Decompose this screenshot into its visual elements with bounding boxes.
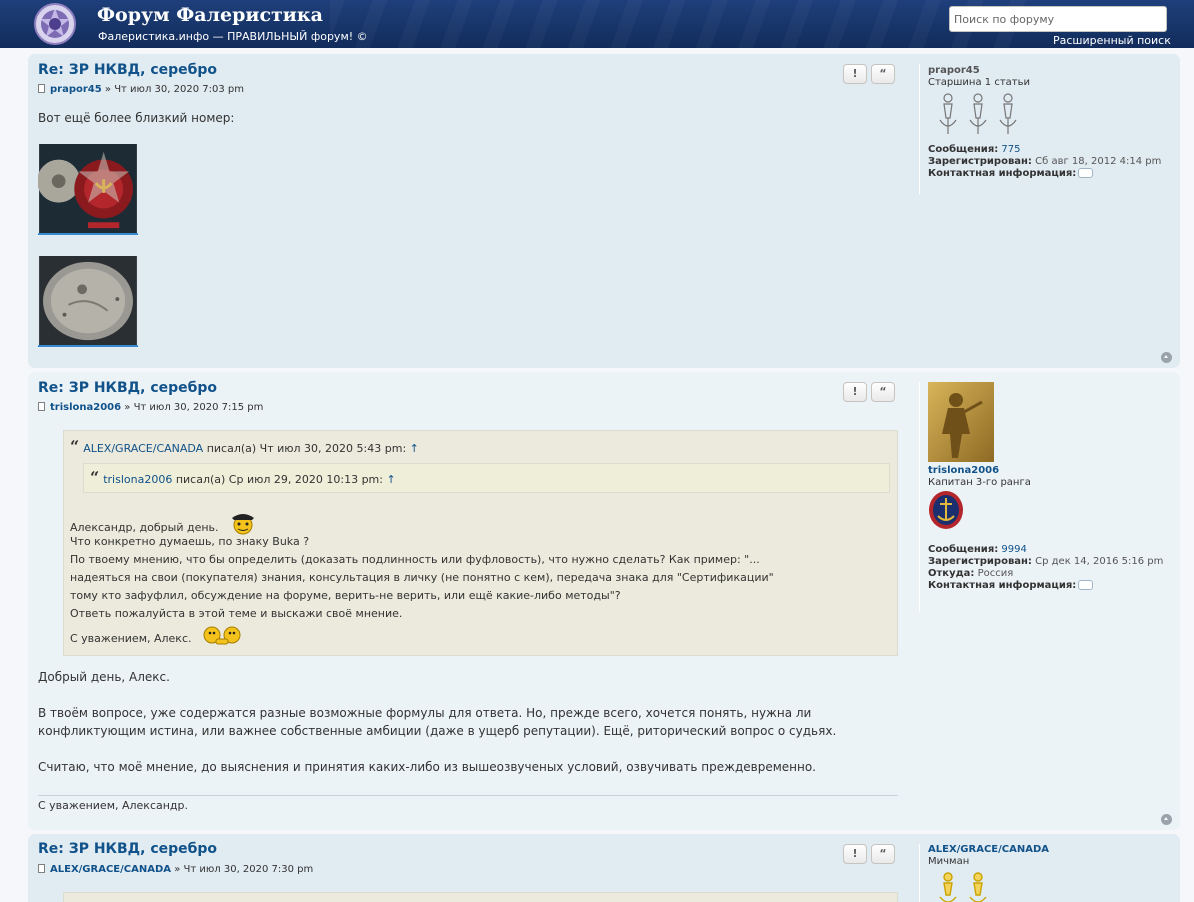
post-paragraph: В твоём вопросе, уже содержатся разные в… (38, 706, 812, 720)
post-title[interactable]: Re: ЗР НКВД, серебро (38, 380, 217, 396)
quote-source-arrow[interactable]: ↑ (410, 442, 419, 455)
quote-block: “ALEX/GRACE/CANADA писал(а) Чт июл 30, 2… (63, 430, 898, 656)
post-meta: trislona2006 » Чт июл 30, 2020 7:15 pm (38, 402, 263, 413)
nested-quote-citation: “trislona2006 писал(а) Ср июл 29, 2020 1… (90, 468, 396, 487)
back-to-top-icon[interactable] (1161, 352, 1172, 363)
post-author-link[interactable]: prapor45 (50, 84, 102, 95)
user-profile: ALEX/GRACE/CANADA Мичман (928, 844, 1173, 902)
rank-insignia-icon (939, 93, 1017, 134)
signature-divider (38, 795, 898, 796)
post-prapor45: Re: ЗР НКВД, серебро prapor45 » Чт июл 3… (28, 54, 1180, 368)
post-icon (38, 402, 45, 411)
smiley-handshake-icon (203, 626, 241, 645)
quote-citation: “ALEX/GRACE/CANADA писал(а) Чт июл 30, 2… (70, 437, 419, 456)
quote-source-arrow[interactable]: ↑ (386, 473, 395, 486)
attachment-image-badge-front[interactable] (38, 144, 138, 235)
post-body: Вот ещё более близкий номер: (38, 109, 234, 127)
post-icon (38, 84, 45, 93)
profile-posts-count[interactable]: 775 (1001, 144, 1020, 155)
post-title[interactable]: Re: ЗР НКВД, серебро (38, 841, 217, 857)
contact-icon[interactable] (1078, 580, 1094, 590)
profile-joined-row: Зарегистрирован: Сб авг 18, 2012 4:14 pm (928, 156, 1162, 167)
post-paragraph: конфликтующим истина, или важнее собстве… (38, 724, 837, 738)
user-profile: prapor45 Старшина 1 статьи Сообщения: 77… (928, 65, 1173, 180)
profile-divider (919, 844, 920, 902)
rank-insignia-icon (939, 872, 987, 902)
rank-insignia-icon (929, 491, 963, 529)
quote-line: Что конкретно думаешь, по знаку Buka ? (70, 535, 310, 548)
quote-button[interactable]: “ (871, 64, 895, 84)
search-input[interactable] (949, 6, 1167, 32)
quote-block (63, 892, 898, 902)
nested-quote-block: “trislona2006 писал(а) Ср июл 29, 2020 1… (83, 463, 890, 493)
post-trislona2006: Re: ЗР НКВД, серебро trislona2006 » Чт и… (28, 372, 1180, 830)
post-date: » Чт июл 30, 2020 7:03 pm (101, 84, 244, 95)
profile-contact-row: Контактная информация: (928, 168, 1173, 180)
profile-username[interactable]: ALEX/GRACE/CANADA (928, 844, 1173, 855)
profile-joined-row: Зарегистрирован: Ср дек 14, 2016 5:16 pm (928, 556, 1164, 567)
report-button[interactable]: ! (843, 844, 867, 864)
post-signature: С уважением, Александр. (38, 799, 189, 812)
profile-rank: Старшина 1 статьи (928, 77, 1030, 88)
header-decoration (330, 0, 1030, 48)
forum-logo-icon[interactable] (32, 2, 78, 46)
back-to-top-icon[interactable] (1161, 814, 1172, 825)
advanced-search-link[interactable]: Расширенный поиск (1053, 34, 1171, 47)
profile-contact-row: Контактная информация: (928, 580, 1173, 592)
user-profile: trislona2006 Капитан 3-го ранга Сообщени… (928, 382, 1173, 592)
contact-icon[interactable] (1078, 168, 1094, 178)
quote-line: надеяться на свои (покупателя) знания, к… (70, 571, 774, 584)
profile-rank: Мичман (928, 856, 970, 867)
quote-line: Ответь пожалуйста в этой теме и выскажи … (70, 607, 403, 620)
site-description: Фалеристика.инфо — ПРАВИЛЬНЫЙ форум! © (98, 30, 368, 43)
quote-author-link[interactable]: ALEX/GRACE/CANADA (83, 442, 203, 455)
profile-rank: Капитан 3-го ранга (928, 477, 1031, 488)
post-paragraph: Считаю, что моё мнение, до выяснения и п… (38, 760, 816, 774)
post-title[interactable]: Re: ЗР НКВД, серебро (38, 62, 217, 78)
attachment-image-badge-back[interactable] (38, 256, 138, 347)
post-alex-grace-canada: Re: ЗР НКВД, серебро ALEX/GRACE/CANADA »… (28, 834, 1180, 902)
quote-icon: “ (90, 468, 100, 487)
post-meta: ALEX/GRACE/CANADA » Чт июл 30, 2020 7:30… (38, 864, 313, 875)
profile-location-row: Откуда: Россия (928, 568, 1014, 579)
quote-line: По твоему мнению, что бы определить (док… (70, 553, 760, 566)
site-header: Форум Фалеристика Фалеристика.инфо — ПРА… (0, 0, 1194, 48)
profile-divider (919, 64, 920, 194)
post-date: » Чт июл 30, 2020 7:30 pm (171, 864, 314, 875)
profile-divider (919, 382, 920, 612)
user-avatar[interactable] (928, 382, 994, 462)
post-date: » Чт июл 30, 2020 7:15 pm (121, 402, 264, 413)
profile-posts-row: Сообщения: 9994 (928, 544, 1027, 555)
site-title[interactable]: Форум Фалеристика (97, 4, 323, 26)
quote-closing: С уважением, Алекс. (70, 625, 774, 648)
profile-location: Россия (977, 568, 1014, 579)
profile-posts-row: Сообщения: 775 (928, 144, 1021, 155)
quote-button[interactable]: “ (871, 382, 895, 402)
smiley-pirate-icon (232, 514, 255, 535)
post-body: Добрый день, Алекс. В твоём вопросе, уже… (38, 668, 836, 776)
quote-icon: “ (70, 437, 80, 456)
profile-posts-count[interactable]: 9994 (1001, 544, 1026, 555)
quote-line: тому кто зафуфлил, обсуждение на форуме,… (70, 589, 621, 602)
post-icon (38, 864, 45, 873)
post-author-link[interactable]: trislona2006 (50, 402, 121, 413)
post-paragraph: Добрый день, Алекс. (38, 670, 170, 684)
profile-username[interactable]: trislona2006 (928, 465, 1173, 476)
report-button[interactable]: ! (843, 382, 867, 402)
post-author-link[interactable]: ALEX/GRACE/CANADA (50, 864, 171, 875)
report-button[interactable]: ! (843, 64, 867, 84)
profile-username[interactable]: prapor45 (928, 65, 1173, 76)
post-text: Вот ещё более близкий номер: (38, 111, 235, 125)
quote-button[interactable]: “ (871, 844, 895, 864)
nested-quote-author-link[interactable]: trislona2006 (103, 473, 172, 486)
quote-text: Александр, добрый день. Что конкретно ду… (70, 511, 774, 648)
post-meta: prapor45 » Чт июл 30, 2020 7:03 pm (38, 84, 244, 95)
